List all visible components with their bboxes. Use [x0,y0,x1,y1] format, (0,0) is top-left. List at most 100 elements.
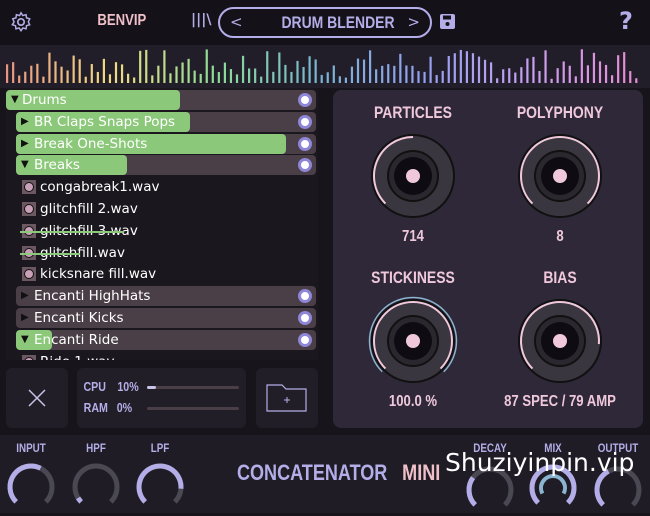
ram-label: RAM [83,400,108,415]
caret-down-icon[interactable]: ▼ [21,155,29,175]
library-icon[interactable]: |||\ [191,12,211,28]
input-knob[interactable] [5,461,57,513]
folder-label: Encanti Ride [34,331,119,348]
enable-toggle[interactable] [298,332,312,347]
spectrum-bar [175,66,178,83]
spectrum-bar [302,66,305,83]
spectrum-bar [151,75,154,83]
cpu-value: 10% [117,379,139,394]
spectrum-bar [248,68,251,83]
polyphony-knob[interactable] [515,131,605,221]
bias-knob[interactable] [515,296,605,386]
spectrum-bar [217,72,220,83]
spectrum-bar [108,74,112,83]
spectrum-bar [598,61,602,83]
spectrum-bar [459,49,462,83]
preset-selector[interactable]: < DRUM BLENDER > [218,7,432,38]
spectrum-bar [411,65,414,83]
spectrum-bar [260,76,263,83]
spectrum-bar [441,70,444,83]
spectrum-bar [496,78,499,83]
watermark: Shuziyinpin.vip [445,448,635,477]
folder-row[interactable]: ▶ BR Claps Snaps Pops [16,111,316,132]
add-folder-button[interactable] [256,368,318,428]
enable-toggle[interactable] [298,289,312,304]
spectrum-bar [490,62,493,83]
caret-down-icon[interactable]: ▼ [11,90,19,110]
spectrum-bar [326,72,329,83]
play-progress [20,231,124,233]
close-icon [28,389,46,407]
knob-label: STICKINESS [371,268,455,287]
spectrum-bar [42,76,45,83]
file-label: kicksnare fill.wav [40,266,157,283]
spectrum-bar [435,75,438,83]
spectrum-bar [187,58,190,83]
spectrum-bar [229,69,233,83]
help-button[interactable]: ? [619,7,633,35]
spectrum-bar [127,73,130,83]
file-label: Ride 1.wav [40,352,114,360]
enable-toggle[interactable] [298,114,312,129]
spectrum-bar [235,74,239,83]
spectrum-bar [284,64,287,83]
hpf-knob[interactable] [70,461,122,513]
caret-right-icon[interactable]: ▶ [21,112,29,132]
preset-name: DRUM BLENDER [281,13,395,32]
top-bar: BENVIP |||\ < DRUM BLENDER > ? [0,0,650,45]
folder-row[interactable]: ▶ Encanti Kicks [16,308,316,328]
caret-down-icon[interactable]: ▼ [21,330,29,350]
spectrum-bar [508,68,511,83]
cpu-label: CPU [83,379,106,394]
spectrum-bar [320,74,323,83]
spectrum-bar [78,59,81,83]
save-icon[interactable] [440,14,455,29]
caret-right-icon[interactable]: ▶ [21,286,29,306]
file-label: congabreak1.wav [40,179,160,196]
knob-value: 87 SPEC / 79 AMP [504,393,616,410]
sample-icon [22,180,36,195]
enable-toggle[interactable] [298,158,312,173]
spectrum-bar [356,58,360,83]
caret-right-icon[interactable]: ▶ [21,134,29,154]
folder-row[interactable]: ▼ Drums [6,90,316,110]
spectrum-bar [66,70,69,83]
folder-row[interactable]: ▼ Encanti Ride [16,329,316,350]
folder-row[interactable]: ▶ Break One-Shots [16,133,316,154]
spectrum-bar [12,62,15,83]
enable-toggle[interactable] [298,93,312,107]
brand-label: BENVIP [97,12,147,29]
spectrum-bar [538,70,541,83]
folder-row[interactable]: ▼ Breaks [16,155,316,176]
footer-knob-label: HPF [86,441,106,455]
engine-panel: PARTICLES 714 POLYPHONY 8 STICKINESS 100.0 % B… [333,90,643,428]
enable-toggle[interactable] [298,311,312,325]
spectrum-bar [30,65,33,83]
particles-knob[interactable] [368,131,458,221]
spectrum-bar [6,64,9,83]
spectrum-bar [90,64,93,83]
prev-preset-button[interactable]: < [230,13,243,31]
spectrum-bar [502,69,505,83]
spectrum-bar [114,62,118,83]
spectrum-bar [308,56,311,83]
clear-button[interactable] [6,368,68,428]
spectrum-bar [241,55,245,83]
folder-row[interactable]: ▶ Encanti HighHats [16,286,316,307]
lpf-knob[interactable] [134,461,186,513]
spectrum-bar [393,65,396,83]
spectrum-bar [544,50,547,83]
enable-toggle[interactable] [298,136,312,151]
knob-label: PARTICLES [374,103,452,122]
stickiness-knob[interactable] [368,296,458,386]
gear-icon[interactable] [10,11,32,33]
folder-add-icon [266,384,307,412]
spectrum-bar [254,68,257,83]
spectrum-bar [477,56,481,83]
next-preset-button[interactable]: > [407,13,420,31]
spectrum-bar [120,64,124,83]
caret-right-icon[interactable]: ▶ [21,308,29,328]
spectrum-bar [562,61,565,83]
spectrum-bar [465,51,468,83]
sample-browser[interactable]: ▼ Drums ▶ BR Claps Snaps Pops ▶ Break On… [6,88,318,360]
